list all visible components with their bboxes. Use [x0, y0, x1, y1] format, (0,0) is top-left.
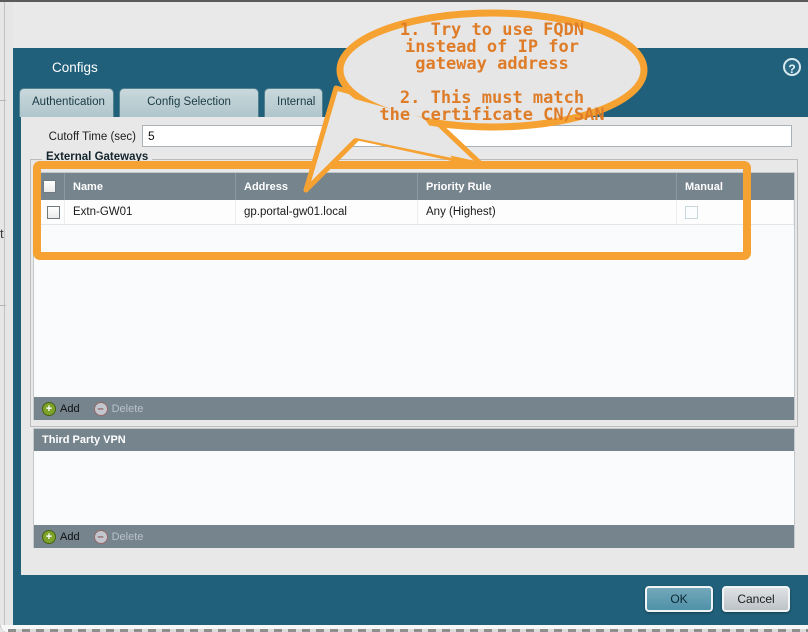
cell-address: gp.portal-gw01.local — [236, 200, 418, 224]
column-header-name: Name — [65, 173, 236, 200]
column-header-priority-rule: Priority Rule — [418, 173, 677, 200]
column-header-manual: Manual — [677, 173, 794, 200]
delete-vpn-button: – Delete — [94, 530, 144, 544]
row-select-cell — [34, 200, 65, 224]
delete-icon: – — [94, 402, 108, 416]
add-icon: + — [42, 530, 56, 544]
cell-priority-rule: Any (Highest) — [418, 200, 677, 224]
table-row[interactable]: Extn-GW01 gp.portal-gw01.local Any (High… — [34, 200, 794, 225]
delete-gateway-button: – Delete — [94, 402, 144, 416]
ok-button[interactable]: OK — [645, 586, 713, 612]
screenshot-stage: t Configs ? Authentication Config Select… — [0, 0, 808, 632]
select-all-checkbox[interactable] — [43, 180, 56, 193]
cancel-button[interactable]: Cancel — [722, 586, 790, 612]
delete-label: Delete — [112, 403, 144, 415]
delete-label: Delete — [112, 531, 144, 543]
background-left-line — [0, 305, 6, 306]
external-gateways-table: Name Address Priority Rule Manual Extn-G… — [33, 172, 795, 420]
background-text-fragment: t — [0, 226, 4, 241]
tab-authentication[interactable]: Authentication — [19, 88, 114, 117]
third-party-vpn-header: Third Party VPN — [34, 429, 794, 451]
background-left-line — [0, 100, 6, 101]
external-gateways-toolbar: + Add – Delete — [34, 397, 794, 420]
cutoff-time-input[interactable] — [142, 125, 792, 147]
column-header-address: Address — [236, 173, 418, 200]
annotation-line: 1. Try to use FQDN — [332, 22, 652, 39]
add-label: Add — [60, 403, 80, 415]
row-checkbox[interactable] — [47, 206, 60, 219]
background-left-divider — [4, 2, 5, 632]
add-label: Add — [60, 531, 80, 543]
manual-checkbox — [685, 206, 698, 219]
add-vpn-button[interactable]: + Add — [42, 530, 80, 544]
help-icon[interactable]: ? — [783, 58, 801, 76]
cell-name[interactable]: Extn-GW01 — [65, 200, 236, 224]
tab-internal[interactable]: Internal — [264, 88, 323, 117]
external-gateways-legend: External Gateways — [42, 151, 152, 163]
cutoff-time-label: Cutoff Time (sec) — [36, 131, 136, 143]
delete-icon: – — [94, 530, 108, 544]
cell-manual — [677, 200, 794, 224]
add-gateway-button[interactable]: + Add — [42, 402, 80, 416]
select-all-cell — [34, 173, 65, 200]
add-icon: + — [42, 402, 56, 416]
tab-config-selection-criteria[interactable]: Config Selection Criteria — [119, 88, 259, 117]
background-left-strip: t — [0, 2, 13, 632]
dialog-title: Configs — [52, 60, 98, 75]
third-party-vpn-toolbar: + Add – Delete — [34, 525, 794, 548]
table-header-row: Name Address Priority Rule Manual — [34, 173, 794, 200]
background-top-edge — [0, 0, 808, 2]
